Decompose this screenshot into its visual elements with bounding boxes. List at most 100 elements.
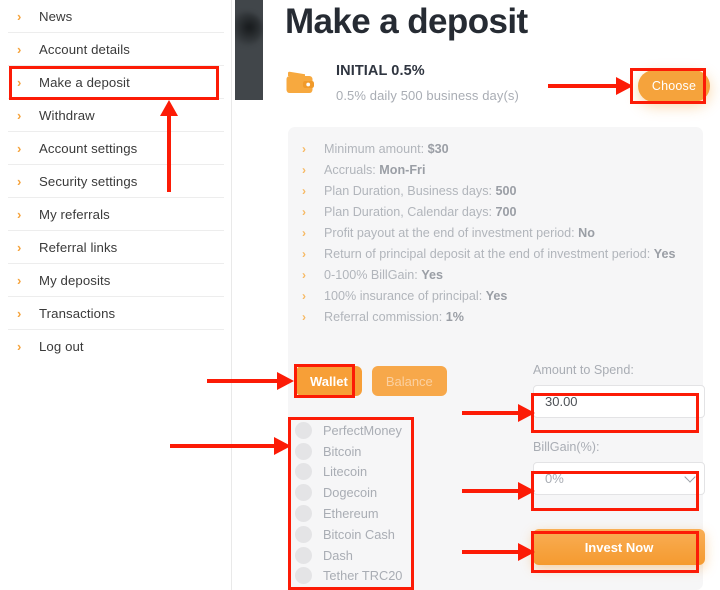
plan-detail-text: Plan Duration, Business days: 500 <box>324 184 517 198</box>
payment-method-bitcoin-cash[interactable]: Bitcoin Cash <box>295 524 413 545</box>
deposit-page: › News › Account details › Make a deposi… <box>0 0 720 590</box>
plan-detail-row: › Plan Duration, Business days: 500 <box>298 182 698 203</box>
page-title: Make a deposit <box>285 2 528 41</box>
chevron-right-icon: › <box>17 173 22 189</box>
payment-method-label: Bitcoin Cash <box>323 526 395 542</box>
radio-icon[interactable] <box>295 567 312 585</box>
payment-method-perfectmoney[interactable]: PerfectMoney <box>295 420 413 441</box>
invest-now-button[interactable]: Invest Now <box>533 529 705 565</box>
radio-icon[interactable] <box>295 525 312 543</box>
sidebar-item-label: Make a deposit <box>39 74 130 90</box>
sidebar-item-log-out[interactable]: › Log out <box>8 330 224 363</box>
radio-icon[interactable] <box>295 442 312 460</box>
sidebar-item-label: News <box>39 8 73 24</box>
radio-icon[interactable] <box>295 463 312 481</box>
payment-method-dash[interactable]: Dash <box>295 545 413 566</box>
plan-detail-row: › Referral commission: 1% <box>298 308 698 329</box>
sidebar-item-label: My referrals <box>39 206 110 222</box>
payment-method-ethereum[interactable]: Ethereum <box>295 503 413 524</box>
plan-detail-row: › Minimum amount: $30 <box>298 140 698 161</box>
sidebar-item-label: Log out <box>39 339 84 354</box>
chevron-right-icon: › <box>302 184 306 198</box>
payment-method-tether-trc20[interactable]: Tether TRC20 <box>295 566 413 587</box>
plan-detail-row: › 100% insurance of principal: Yes <box>298 287 698 308</box>
plan-detail-text: Profit payout at the end of investment p… <box>324 226 595 240</box>
avatar-fragment <box>235 12 263 46</box>
sidebar-item-make-a-deposit[interactable]: › Make a deposit <box>8 66 224 99</box>
plan-subtitle: 0.5% daily 500 business day(s) <box>336 88 519 103</box>
payment-method-label: Tether TRC20 <box>323 568 403 584</box>
plan-detail-row: › Accruals: Mon-Fri <box>298 161 698 182</box>
radio-icon[interactable] <box>295 421 312 439</box>
chevron-right-icon: › <box>302 142 306 156</box>
plan-detail-text: Minimum amount: $30 <box>324 142 449 156</box>
sidebar-item-withdraw[interactable]: › Withdraw <box>8 99 224 132</box>
sidebar-item-news[interactable]: › News <box>8 0 224 33</box>
chevron-right-icon: › <box>302 268 306 282</box>
radio-icon[interactable] <box>295 484 312 502</box>
chevron-right-icon: › <box>302 226 306 240</box>
amount-label: Amount to Spend: <box>533 363 634 377</box>
payment-method-label: Litecoin <box>323 464 368 480</box>
amount-input[interactable] <box>533 385 705 418</box>
sidebar-item-my-referrals[interactable]: › My referrals <box>8 198 224 231</box>
plan-detail-text: Referral commission: 1% <box>324 310 464 324</box>
choose-button[interactable]: Choose <box>638 70 710 102</box>
tab-wallet[interactable]: Wallet <box>296 366 362 396</box>
chevron-right-icon: › <box>302 205 306 219</box>
chevron-right-icon: › <box>17 272 22 288</box>
payment-source-tabs: Wallet Balance <box>296 366 447 396</box>
plan-detail-row: › Plan Duration, Calendar days: 700 <box>298 203 698 224</box>
chevron-right-icon: › <box>302 163 306 177</box>
payment-method-dogecoin[interactable]: Dogecoin <box>295 482 413 503</box>
sidebar-item-account-details[interactable]: › Account details <box>8 33 224 66</box>
sidebar-item-label: Account details <box>39 41 130 57</box>
sidebar-item-label: Withdraw <box>39 107 95 123</box>
chevron-right-icon: › <box>17 107 22 123</box>
chevron-right-icon: › <box>302 247 306 261</box>
payment-method-label: PerfectMoney <box>323 422 402 438</box>
chevron-right-icon: › <box>17 206 22 222</box>
plan-detail-row: › Return of principal deposit at the end… <box>298 245 698 266</box>
plan-detail-row: › 0-100% BillGain: Yes <box>298 266 698 287</box>
plan-detail-text: 0-100% BillGain: Yes <box>324 268 444 282</box>
plan-details-list: › Minimum amount: $30 › Accruals: Mon-Fr… <box>298 140 698 329</box>
billgain-select-value[interactable]: 0% <box>533 462 705 495</box>
chevron-right-icon: › <box>302 310 306 324</box>
sidebar-item-label: Transactions <box>39 305 116 321</box>
sidebar-item-my-deposits[interactable]: › My deposits <box>8 264 224 297</box>
billgain-select[interactable]: 0% <box>533 462 705 495</box>
payment-method-litecoin[interactable]: Litecoin <box>295 462 413 483</box>
plan-detail-text: Return of principal deposit at the end o… <box>324 247 676 261</box>
sidebar-item-security-settings[interactable]: › Security settings <box>8 165 224 198</box>
sidebar-divider <box>231 0 232 590</box>
billgain-label: BillGain(%): <box>533 440 600 454</box>
chevron-right-icon: › <box>17 140 22 156</box>
sidebar-item-account-settings[interactable]: › Account settings <box>8 132 224 165</box>
chevron-right-icon: › <box>17 74 22 90</box>
payment-method-label: Ethereum <box>323 506 379 522</box>
chevron-right-icon: › <box>302 289 306 303</box>
plan-name: INITIAL 0.5% <box>336 63 425 79</box>
radio-icon[interactable] <box>295 505 312 523</box>
sidebar-item-referral-links[interactable]: › Referral links <box>8 231 224 264</box>
plan-detail-text: Plan Duration, Calendar days: 700 <box>324 205 517 219</box>
radio-icon[interactable] <box>295 546 312 564</box>
sidebar-item-label: Account settings <box>39 140 138 156</box>
payment-method-label: Dogecoin <box>323 485 378 501</box>
chevron-right-icon: › <box>17 239 22 255</box>
invest-form: Amount to Spend: BillGain(%): 0% Invest … <box>533 363 705 565</box>
plan-detail-text: Accruals: Mon-Fri <box>324 163 426 177</box>
side-panel-edge <box>235 0 263 100</box>
chevron-right-icon: › <box>17 339 22 354</box>
payment-method-label: Bitcoin <box>323 443 362 459</box>
wallet-icon <box>286 71 314 93</box>
plan-detail-text: 100% insurance of principal: Yes <box>324 289 508 303</box>
sidebar-item-transactions[interactable]: › Transactions <box>8 297 224 330</box>
tab-balance[interactable]: Balance <box>371 366 447 396</box>
plan-detail-row: › Profit payout at the end of investment… <box>298 224 698 245</box>
sidebar-item-label: Referral links <box>39 239 118 255</box>
sidebar-nav: › News › Account details › Make a deposi… <box>0 0 232 590</box>
chevron-right-icon: › <box>17 305 22 321</box>
payment-method-bitcoin[interactable]: Bitcoin <box>295 441 413 462</box>
